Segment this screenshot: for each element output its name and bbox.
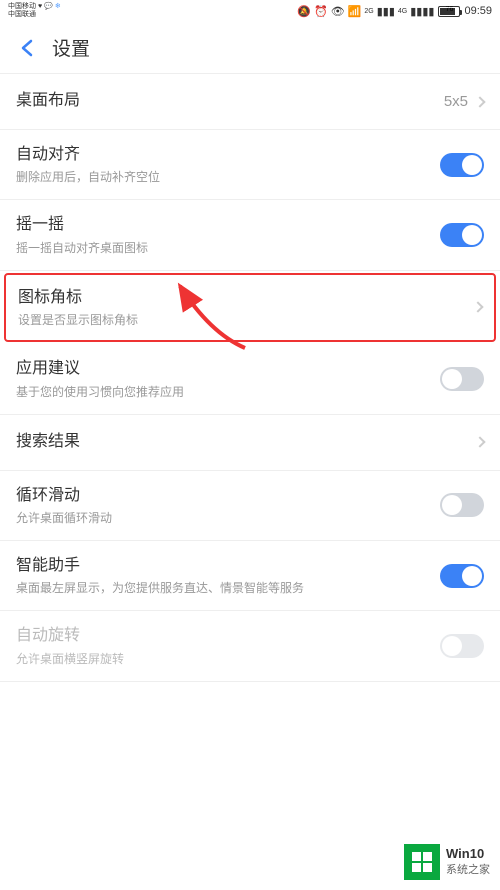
item-title: 桌面布局 <box>16 90 444 112</box>
heart-icon: ♥ <box>38 3 42 11</box>
header: 设置 <box>0 22 500 74</box>
toggle-switch[interactable] <box>440 153 484 177</box>
item-text: 循环滑动允许桌面循环滑动 <box>16 485 440 526</box>
item-text: 图标角标设置是否显示图标角标 <box>18 287 474 328</box>
item-subtitle: 允许桌面循环滑动 <box>16 509 440 526</box>
setting-item-2[interactable]: 摇一摇摇一摇自动对齐桌面图标 <box>0 200 500 270</box>
item-right <box>440 493 484 517</box>
item-subtitle: 删除应用后，自动补齐空位 <box>16 168 440 185</box>
signal-icon-2: ▮▮▮▮ <box>410 5 434 18</box>
status-left: 中国移动 ♥ 💬 ❄ 中国联通 <box>8 3 61 18</box>
toggle-switch[interactable] <box>440 493 484 517</box>
item-right <box>440 367 484 391</box>
chevron-right-icon <box>474 436 485 447</box>
item-subtitle: 基于您的使用习惯向您推荐应用 <box>16 383 440 400</box>
chevron-right-icon <box>472 302 483 313</box>
carrier-2: 中国联通 <box>8 11 61 19</box>
clock: 09:59 <box>464 5 492 17</box>
page-title: 设置 <box>52 34 90 61</box>
signal-icon: ▮▮▮ <box>377 5 395 18</box>
item-subtitle: 摇一摇自动对齐桌面图标 <box>16 239 440 256</box>
watermark-line2: 系统之家 <box>446 863 490 877</box>
setting-item-3[interactable]: 图标角标设置是否显示图标角标 <box>4 273 496 342</box>
item-right: 5x5 <box>444 93 484 110</box>
net-small: 2G <box>364 8 373 15</box>
toggle-switch[interactable] <box>440 564 484 588</box>
toggle-switch <box>440 634 484 658</box>
item-subtitle: 允许桌面横竖屏旋转 <box>16 650 440 667</box>
item-text: 智能助手桌面最左屏显示，为您提供服务直达、情景智能等服务 <box>16 555 440 596</box>
item-right <box>440 153 484 177</box>
item-subtitle: 桌面最左屏显示，为您提供服务直达、情景智能等服务 <box>16 579 440 596</box>
toggle-switch[interactable] <box>440 223 484 247</box>
item-right <box>440 634 484 658</box>
item-title: 自动旋转 <box>16 625 440 647</box>
setting-item-5[interactable]: 搜索结果 <box>0 415 500 471</box>
setting-item-1[interactable]: 自动对齐删除应用后，自动补齐空位 <box>0 130 500 200</box>
carrier-1: 中国移动 <box>8 3 36 11</box>
item-title: 摇一摇 <box>16 214 440 236</box>
item-value: 5x5 <box>444 93 468 110</box>
win10-logo-icon <box>404 844 440 880</box>
setting-item-7[interactable]: 智能助手桌面最左屏显示，为您提供服务直达、情景智能等服务 <box>0 541 500 611</box>
item-title: 循环滑动 <box>16 485 440 507</box>
alarm-icon: ⏰ <box>314 5 328 18</box>
settings-list: 桌面布局5x5 自动对齐删除应用后，自动补齐空位摇一摇摇一摇自动对齐桌面图标图标角… <box>0 74 500 682</box>
item-text: 自动对齐删除应用后，自动补齐空位 <box>16 144 440 185</box>
item-right <box>440 564 484 588</box>
wifi-icon: 📶 <box>348 5 362 18</box>
item-text: 自动旋转允许桌面横竖屏旋转 <box>16 625 440 666</box>
item-right <box>474 303 482 311</box>
watermark: Win10 系统之家 <box>404 844 490 880</box>
chevron-right-icon <box>474 96 485 107</box>
setting-item-8[interactable]: 自动旋转允许桌面横竖屏旋转 <box>0 611 500 681</box>
mute-icon: 🔕 <box>297 5 311 18</box>
back-button[interactable] <box>14 34 42 62</box>
status-right: 🔕 ⏰ 👁 📶 2G ▮▮▮ 4G ▮▮▮▮ 76 09:59 <box>297 5 492 18</box>
net-main: 4G <box>398 8 407 15</box>
item-text: 搜索结果 <box>16 431 476 453</box>
item-title: 应用建议 <box>16 358 440 380</box>
item-title: 图标角标 <box>18 287 474 309</box>
item-subtitle: 设置是否显示图标角标 <box>18 311 474 328</box>
item-text: 桌面布局 <box>16 90 444 112</box>
item-right <box>476 438 484 446</box>
setting-item-4[interactable]: 应用建议基于您的使用习惯向您推荐应用 <box>0 344 500 414</box>
chat-icon: 💬 <box>44 3 53 11</box>
status-bar: 中国移动 ♥ 💬 ❄ 中国联通 🔕 ⏰ 👁 📶 2G ▮▮▮ 4G ▮▮▮▮ 7… <box>0 0 500 22</box>
item-title: 智能助手 <box>16 555 440 577</box>
eye-icon: 👁 <box>331 5 345 18</box>
setting-item-6[interactable]: 循环滑动允许桌面循环滑动 <box>0 471 500 541</box>
item-text: 摇一摇摇一摇自动对齐桌面图标 <box>16 214 440 255</box>
item-title: 搜索结果 <box>16 431 476 453</box>
item-right <box>440 223 484 247</box>
watermark-line1: Win10 <box>446 846 490 863</box>
weather-icon: ❄ <box>55 3 61 11</box>
setting-item-0[interactable]: 桌面布局5x5 <box>0 74 500 130</box>
toggle-switch[interactable] <box>440 367 484 391</box>
item-text: 应用建议基于您的使用习惯向您推荐应用 <box>16 358 440 399</box>
item-title: 自动对齐 <box>16 144 440 166</box>
battery-icon: 76 <box>438 6 460 17</box>
